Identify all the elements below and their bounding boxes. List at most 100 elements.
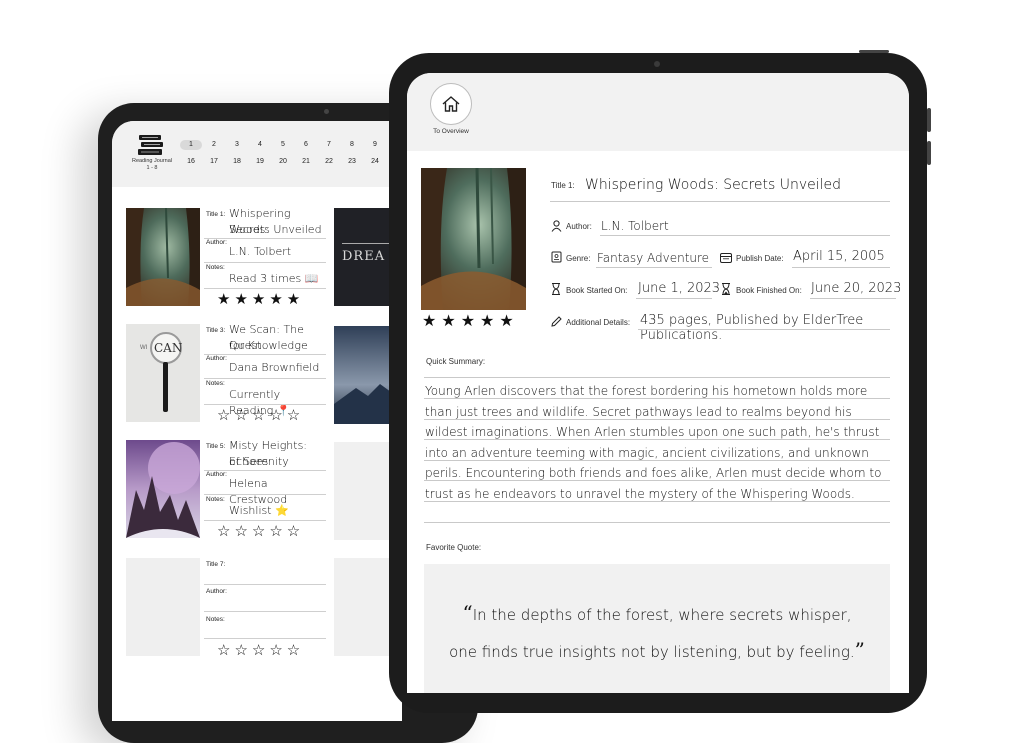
star-rating[interactable]: ☆☆☆☆☆ xyxy=(217,641,304,659)
reading-journal-overview-screen: Reading Journal 1 - 8 123456789 16 17 18 19… xyxy=(112,121,402,721)
page-number[interactable]: 3 xyxy=(228,140,246,150)
journal-label-line2: 1 - 8 xyxy=(146,165,158,171)
details-field[interactable]: 435 pages, Published by ElderTree Public… xyxy=(640,313,909,343)
close-quote-mark: ” xyxy=(854,638,865,662)
summary-label: Quick Summary: xyxy=(426,357,486,366)
page-number[interactable]: 4 xyxy=(251,140,269,150)
author-label: Author: xyxy=(566,222,592,231)
page-number[interactable]: 16 xyxy=(182,157,200,167)
field-underline xyxy=(204,584,326,585)
journal-header: Reading Journal 1 - 8 123456789 16 17 18 19… xyxy=(112,121,402,187)
book-title-cont: Secrets Unveiled xyxy=(229,223,322,236)
field-underline xyxy=(204,494,326,495)
cover-title: DREA xyxy=(342,249,386,264)
field-underline xyxy=(204,638,326,639)
page-number[interactable]: 5 xyxy=(274,140,292,150)
book-cover-forest xyxy=(126,208,200,306)
book-cover-forest-large xyxy=(421,168,526,310)
publish-date-field[interactable]: April 15, 2005 xyxy=(793,249,885,264)
open-quote-mark: “ xyxy=(462,601,473,625)
book-detail-screen: To Overview ★★★★★ Title 1: Whispering Wo… xyxy=(407,73,909,693)
genre-field[interactable]: Fantasy Adventure xyxy=(597,251,709,265)
book-author: Dana Brownfield xyxy=(229,361,320,374)
journal-label: Reading Journal 1 - 8 xyxy=(122,158,182,172)
notes-label: Notes: xyxy=(206,496,225,503)
home-button[interactable] xyxy=(430,83,472,125)
hourglass-end-icon xyxy=(722,283,730,295)
camera-dot xyxy=(324,109,329,114)
book-title-field[interactable]: Whispering Woods: Secrets Unveiled xyxy=(585,177,841,193)
field-underline xyxy=(550,201,890,202)
page-number[interactable]: 22 xyxy=(320,157,338,167)
book-card[interactable]: Title 5: Misty Heights: Echoes of Sereni… xyxy=(126,439,326,548)
home-icon xyxy=(442,96,460,112)
notes-label: Notes: xyxy=(206,264,225,271)
star-rating[interactable]: ☆☆☆☆☆ xyxy=(217,406,304,424)
book-title-cont: of Serenity xyxy=(229,455,289,468)
field-underline xyxy=(204,378,326,379)
quote-box[interactable]: “In the depths of the forest, where secr… xyxy=(424,564,890,693)
quote-line-2: one finds true insights not by listening… xyxy=(449,643,855,661)
star-rating[interactable]: ★★★★★ xyxy=(422,311,519,331)
book-card[interactable]: Title 1: Whispering Woods: Secrets Unvei… xyxy=(126,207,326,316)
page-number[interactable]: 7 xyxy=(320,140,338,150)
field-underline xyxy=(596,267,712,268)
book-cover-placeholder[interactable] xyxy=(126,558,200,656)
title-label: Title 3: xyxy=(206,327,226,334)
book-title-cont: for Knowledge xyxy=(229,339,308,352)
field-underline xyxy=(792,267,890,268)
volume-up-button xyxy=(927,108,931,132)
camera-dot xyxy=(654,61,660,67)
quote-line-1: In the depths of the forest, where secre… xyxy=(472,606,852,624)
calendar-icon xyxy=(720,253,732,263)
page-number[interactable]: 18 xyxy=(228,157,246,167)
started-label: Book Started On: xyxy=(566,286,628,295)
summary-field[interactable]: Young Arlen discovers that the forest bo… xyxy=(425,381,895,504)
field-underline xyxy=(600,235,890,236)
page-number[interactable]: 20 xyxy=(274,157,292,167)
notes-label: Notes: xyxy=(206,380,225,387)
page-number[interactable]: 6 xyxy=(297,140,315,150)
genre-label: Genre: xyxy=(566,254,591,263)
book-notes: Wishlist ⭐ xyxy=(229,504,289,517)
author-field[interactable]: L.N. Tolbert xyxy=(601,219,669,233)
field-underline xyxy=(204,288,326,289)
page-number[interactable]: 9 xyxy=(366,140,384,150)
quote-text: “In the depths of the forest, where secr… xyxy=(424,596,890,670)
page-number[interactable]: 21 xyxy=(297,157,315,167)
pencil-icon xyxy=(551,316,562,327)
page-number[interactable]: 8 xyxy=(343,140,361,150)
page-number[interactable]: 24 xyxy=(366,157,384,167)
page-number[interactable]: 23 xyxy=(343,157,361,167)
cover-text-small: WI xyxy=(140,345,148,351)
started-field[interactable]: June 1, 2023 xyxy=(638,281,720,296)
book-notes: Read 3 times 📖 xyxy=(229,272,319,285)
author-label: Author: xyxy=(206,588,227,595)
page-number[interactable]: 19 xyxy=(251,157,269,167)
detail-header: To Overview xyxy=(407,73,909,151)
quote-label: Favorite Quote: xyxy=(426,543,482,552)
field-underline xyxy=(636,298,712,299)
cover-text-big: CAN xyxy=(154,341,183,355)
home-label[interactable]: To Overview xyxy=(421,128,481,135)
book-card[interactable]: WI CAN Title 3: We Scan: The Quest for K… xyxy=(126,323,326,432)
books-stack-icon[interactable] xyxy=(137,134,165,156)
author-label: Author: xyxy=(206,355,227,362)
page-number[interactable]: 1 xyxy=(180,140,202,150)
details-label: Additional Details: xyxy=(566,318,631,327)
author-label: Author: xyxy=(206,471,227,478)
field-underline xyxy=(204,262,326,263)
book-cover-misty xyxy=(126,440,200,538)
star-rating[interactable]: ★★★★★ xyxy=(217,290,304,308)
page-number[interactable]: 2 xyxy=(205,140,223,150)
title-label: Title 1: xyxy=(551,181,575,190)
title-label: Title 1: xyxy=(206,211,226,218)
page-number[interactable]: 17 xyxy=(205,157,223,167)
star-rating[interactable]: ☆☆☆☆☆ xyxy=(217,522,304,540)
power-button xyxy=(859,50,889,53)
finished-field[interactable]: June 20, 2023 xyxy=(811,281,901,296)
field-underline xyxy=(424,522,890,523)
book-card[interactable]: Title 7: Author: Notes: ☆☆☆☆☆ xyxy=(126,558,326,666)
field-underline xyxy=(810,298,896,299)
book-icon xyxy=(551,251,562,263)
